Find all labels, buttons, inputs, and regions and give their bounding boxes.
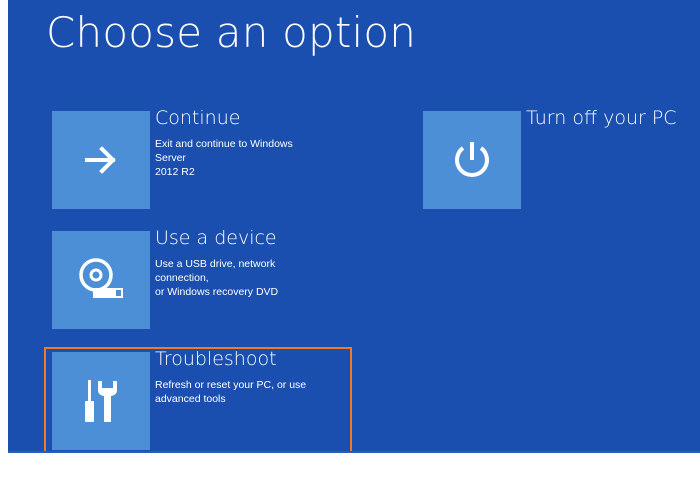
turn-off-option[interactable]: Turn off your PC xyxy=(423,107,688,209)
troubleshoot-description: Refresh or reset your PC, or use advance… xyxy=(155,379,307,405)
use-a-device-description: Use a USB drive, network connection, or … xyxy=(155,258,279,298)
power-icon xyxy=(455,142,489,177)
continue-tile[interactable] xyxy=(52,111,150,209)
troubleshoot-option[interactable]: Troubleshoot Refresh or reset your PC, o… xyxy=(52,348,312,450)
use-a-device-tile[interactable] xyxy=(52,231,150,329)
use-a-device-option[interactable]: Use a device Use a USB drive, network co… xyxy=(52,227,312,329)
use-a-device-label: Use a device xyxy=(155,227,277,249)
turn-off-label: Turn off your PC xyxy=(526,107,677,129)
tools-icon xyxy=(85,380,117,422)
arrow-right-icon xyxy=(85,146,116,174)
troubleshoot-label: Troubleshoot xyxy=(155,348,277,370)
continue-option[interactable]: Continue Exit and continue to Windows Se… xyxy=(52,107,312,209)
troubleshoot-tile[interactable] xyxy=(52,352,150,450)
turn-off-tile[interactable] xyxy=(423,111,521,209)
disc-drive-icon xyxy=(79,258,123,298)
continue-description: Exit and continue to Windows Server 2012… xyxy=(155,138,293,178)
page-title: Choose an option xyxy=(46,8,417,57)
recovery-screen: Choose an option Continue Exit and conti… xyxy=(8,0,700,453)
continue-label: Continue xyxy=(155,107,241,129)
